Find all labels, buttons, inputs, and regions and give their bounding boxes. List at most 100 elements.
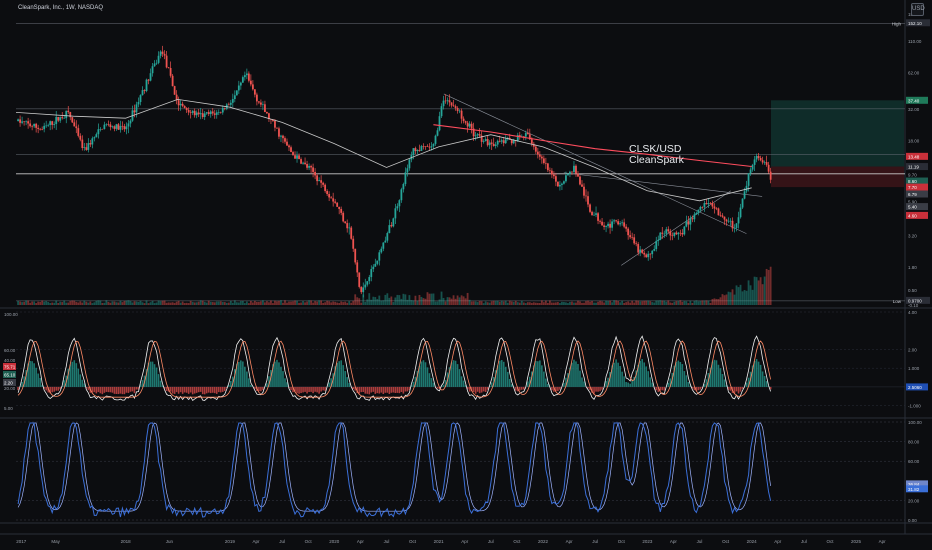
volume-bar <box>336 302 339 305</box>
macd-histogram-bar <box>215 386 218 394</box>
macd-histogram-bar <box>368 386 371 395</box>
volume-bar <box>47 302 50 305</box>
candle-body <box>530 139 533 144</box>
macd-histogram-bar <box>422 360 425 387</box>
candle-body <box>308 166 310 168</box>
candle-body <box>362 287 365 293</box>
candle-body <box>290 147 292 153</box>
macd-histogram-bar <box>482 386 485 392</box>
symbol-annotation-line2: CleanSpark <box>629 154 684 166</box>
volume-bar <box>691 302 694 305</box>
symbol-annotation: CLSK/USD CleanSpark <box>629 144 684 166</box>
volume-bar <box>474 301 477 305</box>
macd-histogram-bar <box>364 386 367 394</box>
volume-bar <box>344 301 347 305</box>
volume-bar <box>599 300 601 305</box>
volume-bar <box>79 301 82 305</box>
volume-bar <box>565 302 567 305</box>
macd-histogram-bar <box>199 386 202 392</box>
volume-bar <box>231 302 234 305</box>
candle-body <box>591 211 593 216</box>
macd-histogram-bar <box>484 386 487 392</box>
candle-body <box>107 124 110 125</box>
time-tick-label: 2020 <box>329 539 340 544</box>
volume-bar <box>498 301 501 305</box>
macd-histogram-bar <box>105 386 108 392</box>
currency-button[interactable]: USD <box>911 3 925 16</box>
macd-histogram-bar <box>442 384 445 387</box>
macd-histogram-bar <box>318 386 320 394</box>
candle-body <box>695 212 698 215</box>
macd-histogram-bar <box>338 361 340 387</box>
candle-body <box>601 221 603 226</box>
volume-bar <box>502 301 505 305</box>
candle-body <box>452 105 455 107</box>
macd-histogram-bar <box>193 386 196 394</box>
volume-bar <box>597 301 599 305</box>
volume-bar <box>420 296 423 305</box>
volume-bar <box>512 301 515 305</box>
candle-body <box>189 112 192 113</box>
volume-bar <box>536 302 539 305</box>
candle-body <box>247 73 250 81</box>
volume-bar <box>324 302 327 305</box>
volume-bar <box>95 300 98 305</box>
candle-body <box>300 159 302 164</box>
macd-histogram-bar <box>697 386 700 391</box>
candle-body <box>462 118 465 122</box>
volume-bar <box>107 301 110 305</box>
candle-body <box>197 112 200 115</box>
candle-body <box>161 51 164 54</box>
candle-body <box>466 122 469 127</box>
macd-histogram-bar <box>242 361 244 387</box>
volume-bar <box>207 300 210 305</box>
volume-bar <box>569 301 571 305</box>
volume-bar <box>25 300 28 305</box>
volume-bar <box>328 301 331 305</box>
macd-histogram-bar <box>575 361 577 387</box>
volume-bar <box>131 302 134 305</box>
volume-bar <box>378 295 381 305</box>
candle-body <box>747 173 750 186</box>
candle-body <box>19 119 21 123</box>
volume-bar <box>145 300 148 305</box>
volume-bar <box>318 300 321 305</box>
volume-bar <box>701 300 704 305</box>
candle-body <box>715 208 718 210</box>
volume-bar <box>683 301 686 305</box>
volume-bar <box>121 302 124 305</box>
candle-body <box>733 227 736 229</box>
macd-histogram-bar <box>374 386 377 394</box>
macd-histogram-bar <box>21 381 23 387</box>
candle-body <box>121 125 124 127</box>
macd-histogram-bar <box>39 377 41 387</box>
volume-bar <box>591 301 593 305</box>
macd-left-tick: 60.00 <box>4 348 16 353</box>
time-tick-label: Jul <box>279 539 285 544</box>
candle-body <box>623 222 626 227</box>
volume-bar <box>561 301 563 305</box>
volume-bar <box>392 302 395 305</box>
volume-bar <box>621 300 624 305</box>
macd-histogram-bar <box>280 366 282 387</box>
candle-body <box>149 73 152 81</box>
price-tick-label: 62.00 <box>908 71 920 76</box>
volume-bar <box>428 293 431 305</box>
candle-body <box>177 100 180 106</box>
candle-body <box>406 168 409 173</box>
candle-body <box>655 240 658 249</box>
candle-body <box>31 126 34 127</box>
price-tag-text: 37.40 <box>908 98 920 103</box>
candle-body <box>396 206 399 209</box>
macd-histogram-bar <box>506 371 509 387</box>
volume-bar <box>446 297 449 305</box>
macd-histogram-bar <box>400 386 403 392</box>
candle-body <box>370 269 373 278</box>
macd-histogram-bar <box>45 386 47 391</box>
macd-histogram-bar <box>539 360 541 387</box>
macd-histogram-bar <box>282 371 284 387</box>
macd-histogram-bar <box>314 386 316 392</box>
volume-bar <box>75 301 78 305</box>
trading-chart[interactable]: 180.00110.0062.0032.0018.009.705.903.201… <box>0 0 932 550</box>
volume-bar <box>59 301 62 305</box>
